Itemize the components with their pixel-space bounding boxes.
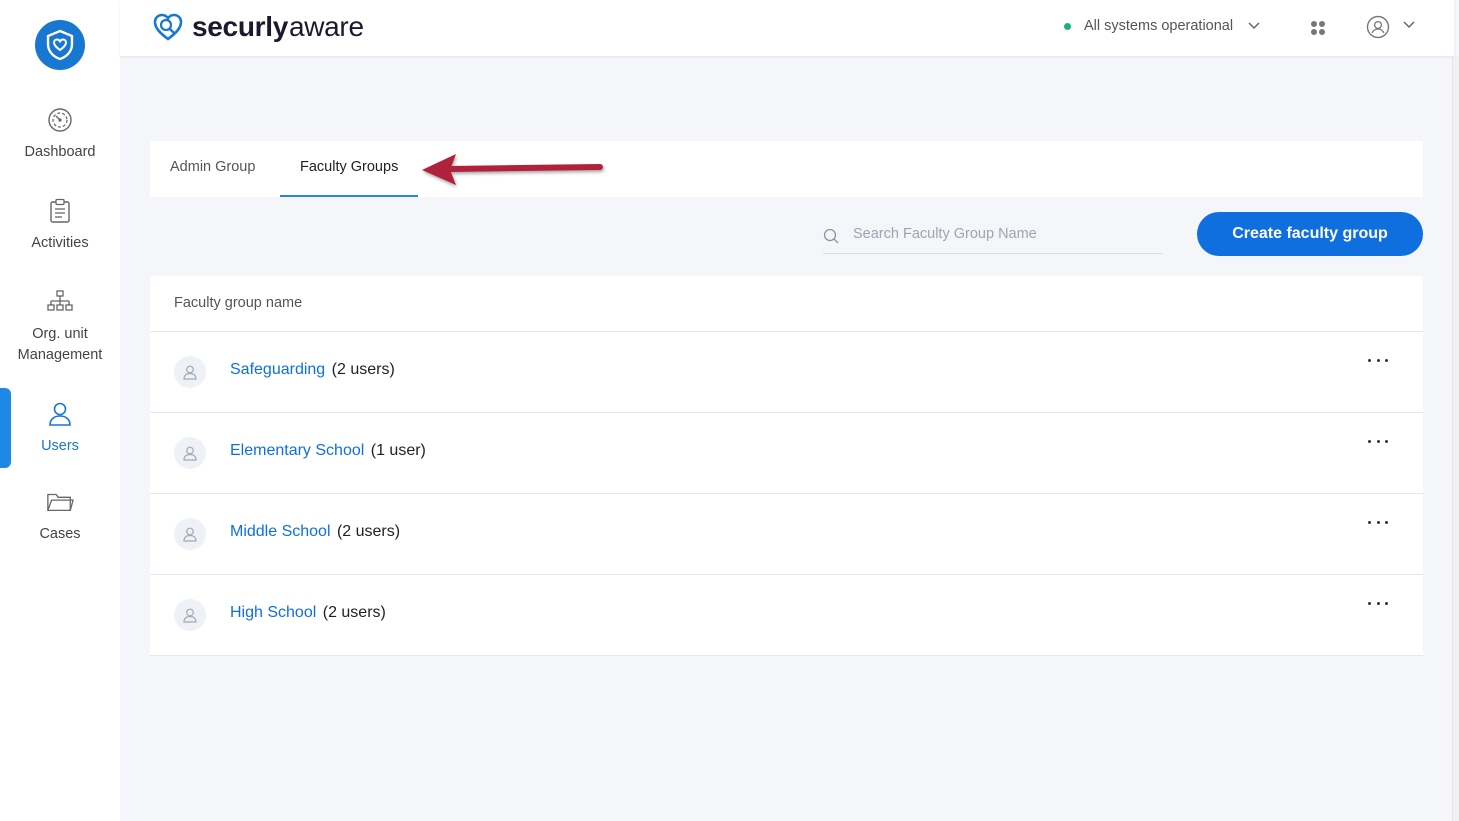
group-tabs: Admin Group Faculty Groups — [150, 141, 1423, 197]
sidebar-item-label: Dashboard — [24, 144, 96, 160]
group-avatar-icon — [174, 599, 206, 631]
more-options-icon[interactable] — [1368, 512, 1388, 532]
system-status[interactable]: All systems operational — [1064, 18, 1261, 34]
sidebar-item-label: Activities — [31, 235, 89, 251]
group-user-count: (1 user) — [370, 442, 426, 459]
table-row: Safeguarding (2 users) — [150, 332, 1423, 413]
annotation-arrow — [422, 154, 603, 185]
account-avatar-icon[interactable] — [1366, 15, 1390, 39]
table-row: Middle School (2 users) — [150, 494, 1423, 575]
chevron-down-icon — [1248, 22, 1260, 30]
more-options-icon[interactable] — [1368, 350, 1388, 370]
row-label: High School (2 users) — [230, 604, 386, 622]
shield-logo-icon[interactable] — [35, 20, 85, 70]
sidebar-item-label: Org. unit Management — [17, 326, 103, 363]
user-icon — [46, 400, 74, 428]
sidebar-item-dashboard[interactable]: Dashboard — [0, 106, 120, 163]
more-options-icon[interactable] — [1368, 431, 1388, 451]
faculty-group-search — [823, 216, 1163, 254]
group-avatar-icon — [174, 437, 206, 469]
row-label: Elementary School (1 user) — [230, 442, 426, 460]
sidebar-item-users[interactable]: Users — [0, 400, 120, 457]
sidebar-item-activities[interactable]: Activities — [0, 197, 120, 254]
group-user-count: (2 users) — [322, 604, 386, 621]
search-input[interactable] — [853, 222, 1153, 246]
group-user-count: (2 users) — [336, 523, 401, 540]
more-options-icon[interactable] — [1368, 593, 1388, 613]
group-name-link[interactable]: Middle School — [230, 523, 331, 540]
row-label: Safeguarding (2 users) — [230, 361, 395, 379]
table-row: High School (2 users) — [150, 575, 1423, 656]
sidebar-item-org-unit-management[interactable]: Org. unit Management — [0, 288, 120, 366]
search-icon — [823, 228, 839, 244]
group-name-link[interactable]: High School — [230, 604, 316, 621]
row-label: Middle School (2 users) — [230, 523, 400, 541]
org-chart-icon — [46, 288, 74, 316]
folder-icon — [46, 488, 74, 516]
apps-grid-icon[interactable] — [1310, 20, 1326, 36]
create-faculty-group-button[interactable]: Create faculty group — [1197, 212, 1423, 256]
faculty-group-table: Faculty group name Safeguarding (2 users… — [150, 276, 1423, 656]
sidebar-item-cases[interactable]: Cases — [0, 488, 120, 545]
sidebar-item-label: Users — [41, 438, 79, 454]
tab-faculty-groups[interactable]: Faculty Groups — [280, 141, 419, 197]
page-scrollbar[interactable] — [1452, 56, 1459, 821]
brand-logo[interactable]: securly aware — [152, 11, 364, 43]
sidebar: Dashboard Activities Org. unit Managemen… — [0, 0, 120, 821]
sidebar-item-label: Cases — [39, 526, 81, 542]
group-avatar-icon — [174, 356, 206, 388]
brand-name-suffix: aware — [288, 11, 364, 42]
tab-admin-group[interactable]: Admin Group — [170, 141, 255, 197]
top-header: securly aware All systems operational — [120, 0, 1454, 56]
securly-heart-icon — [153, 13, 183, 41]
chevron-down-icon[interactable] — [1402, 20, 1416, 30]
table-header: Faculty group name — [150, 276, 1423, 332]
table-row: Elementary School (1 user) — [150, 413, 1423, 494]
status-text: All systems operational — [1084, 18, 1234, 34]
clipboard-icon — [46, 197, 74, 225]
group-name-link[interactable]: Elementary School — [230, 442, 364, 459]
group-avatar-icon — [174, 518, 206, 550]
brand-name: securly — [192, 11, 288, 42]
status-dot-icon — [1064, 22, 1071, 30]
dashboard-gauge-icon — [46, 106, 74, 134]
group-user-count: (2 users) — [331, 361, 395, 378]
group-name-link[interactable]: Safeguarding — [230, 361, 325, 378]
